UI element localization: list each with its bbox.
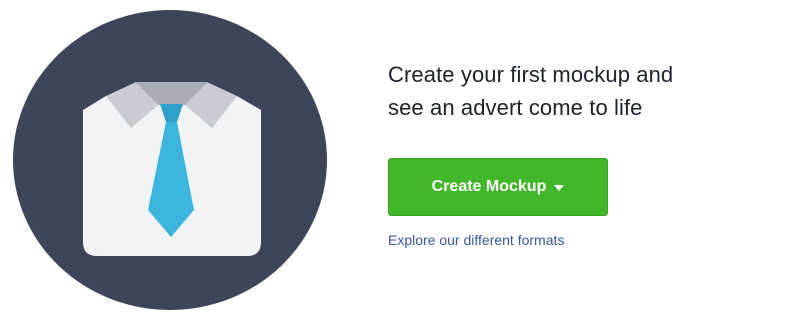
caret-down-icon: [554, 185, 565, 191]
headline: Create your first mockup and see an adve…: [388, 58, 788, 124]
create-mockup-label: Create Mockup: [431, 178, 547, 195]
explore-formats-link[interactable]: Explore our different formats: [388, 232, 564, 248]
headline-line-2: see an advert come to life: [388, 95, 643, 120]
create-mockup-button[interactable]: Create Mockup: [388, 158, 608, 216]
hero-content: Create your first mockup and see an adve…: [388, 58, 788, 248]
headline-line-1: Create your first mockup and: [388, 62, 674, 87]
shirt-tie-illustration: [11, 10, 329, 310]
shirt-tie-icon: [13, 10, 327, 310]
